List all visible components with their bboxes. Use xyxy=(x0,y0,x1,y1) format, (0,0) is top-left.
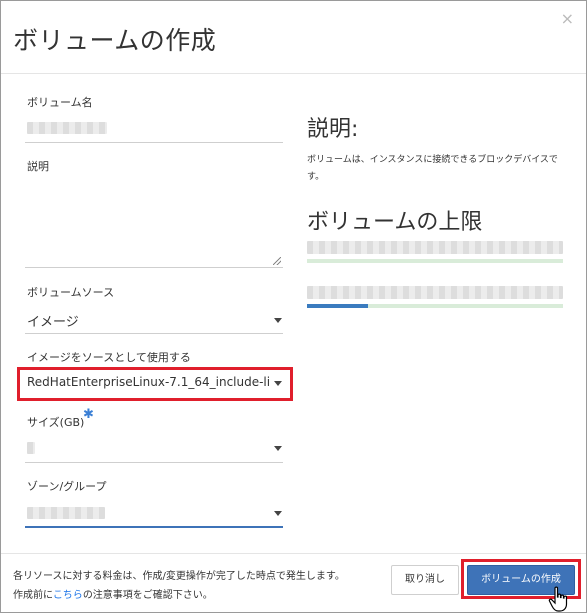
footer-note-prefix: 作成前に xyxy=(13,590,53,601)
footer-note-suffix: の注意事項をご確認下さい。 xyxy=(82,590,213,601)
chevron-down-icon[interactable] xyxy=(274,511,282,516)
footer-divider xyxy=(1,553,586,554)
quota-2-bar xyxy=(307,304,563,308)
dialog-title: ボリュームの作成 xyxy=(13,26,217,55)
header-divider xyxy=(1,73,586,74)
quota-1-bar xyxy=(307,259,563,263)
footer-note-line1: 各リソースに対する料金は、作成/変更操作が完了した時点で発生します。 xyxy=(13,571,345,582)
image-source-select[interactable]: RedHatEnterpriseLinux-7.1_64_include-lic… xyxy=(27,375,269,389)
size-input[interactable] xyxy=(27,442,35,454)
quota-2-label xyxy=(307,286,563,299)
volume-source-underline xyxy=(25,333,283,334)
required-icon: ✱ xyxy=(83,407,94,422)
help-text: ボリュームは、インスタンスに接続できるブロックデバイスです。 xyxy=(307,155,558,182)
volume-name-underline xyxy=(25,142,283,143)
zone-underline xyxy=(25,526,283,528)
chevron-down-icon[interactable] xyxy=(274,318,282,323)
quota-2-fill xyxy=(307,304,369,308)
volume-source-select[interactable]: イメージ xyxy=(27,311,79,330)
volume-name-input[interactable] xyxy=(27,122,107,134)
description-textarea[interactable] xyxy=(25,177,283,268)
close-icon[interactable]: × xyxy=(561,9,574,28)
zone-label: ゾーン/グループ xyxy=(27,480,107,493)
quota-1-label xyxy=(307,241,563,254)
chevron-down-icon[interactable] xyxy=(274,446,282,451)
volume-name-label: ボリューム名 xyxy=(27,96,93,109)
description-label: 説明 xyxy=(27,160,49,173)
create-volume-dialog: ボリュームの作成 × ボリューム名 説明 ボリュームソース イメージ イメージを… xyxy=(0,0,587,613)
footer-note-line2: 作成前にこちらの注意事項をご確認下さい。 xyxy=(13,586,345,605)
footer-note: 各リソースに対する料金は、作成/変更操作が完了した時点で発生します。 作成前にこ… xyxy=(13,567,345,605)
image-source-label: イメージをソースとして使用する xyxy=(27,351,191,364)
notes-link[interactable]: こちら xyxy=(53,590,83,601)
size-underline xyxy=(25,462,283,463)
resize-handle-icon[interactable] xyxy=(273,257,281,265)
cancel-button[interactable]: 取り消し xyxy=(391,565,459,595)
chevron-down-icon[interactable] xyxy=(274,381,282,386)
size-label: サイズ(GB) xyxy=(27,416,85,429)
limits-title: ボリュームの上限 xyxy=(307,210,483,235)
zone-select[interactable] xyxy=(27,507,105,519)
volume-source-label: ボリュームソース xyxy=(27,286,115,299)
help-title: 説明: xyxy=(307,117,359,142)
hand-cursor-icon xyxy=(548,586,568,612)
